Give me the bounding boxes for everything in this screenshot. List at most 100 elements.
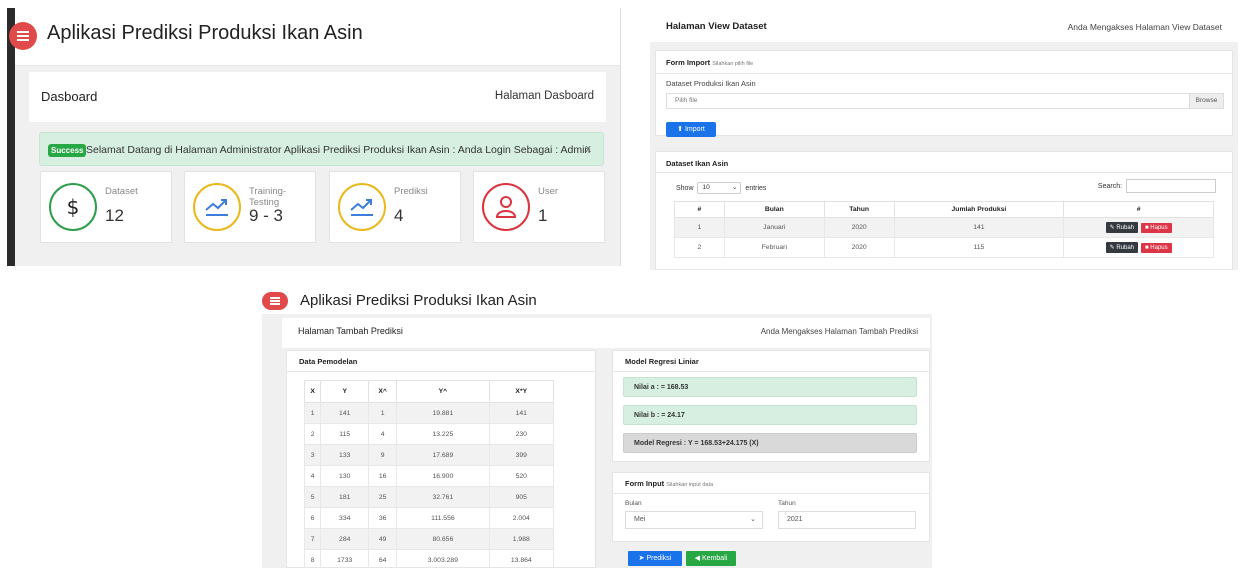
cell: 4 (303, 465, 322, 487)
stat-value: 4 (394, 206, 404, 225)
hamburger-icon (270, 297, 280, 305)
file-input[interactable]: Pilih file Browse (666, 93, 1224, 109)
cell: 3.003.289 (396, 549, 490, 568)
stat-label: User (538, 186, 559, 197)
table-row: 3 133 9 17.689 399 (303, 444, 555, 466)
column-header[interactable]: # (1063, 201, 1214, 218)
cell: 115 (320, 423, 370, 445)
divider (656, 172, 1232, 173)
prediksi-button-label: Prediksi (646, 555, 672, 562)
cell: 141 (320, 402, 370, 424)
alert-close-button[interactable]: x (586, 143, 592, 155)
search-input[interactable] (1126, 179, 1216, 193)
cell: 13.864 (488, 549, 555, 568)
file-field-label: Dataset Produksi Ikan Asin (666, 79, 756, 88)
tahun-label: Tahun (778, 500, 796, 507)
table-row: 2 115 4 13.225 230 (303, 423, 555, 445)
edit-button[interactable]: ✎ Rubah (1105, 242, 1138, 253)
stat-card-user[interactable]: User 1 (473, 171, 605, 243)
cell: 19.881 (396, 402, 490, 424)
trash-icon: ■ (1145, 245, 1149, 251)
cell: 13.225 (396, 423, 490, 445)
page-header: Halaman Tambah Prediksi Anda Mengakses H… (282, 318, 930, 348)
column-header: Y (320, 380, 370, 403)
form-import-hint: Silahkan pilih file (712, 61, 754, 67)
cell-no: 1 (674, 217, 725, 238)
entries-select-value: 10 (702, 184, 710, 191)
cell: 9 (368, 444, 398, 466)
edit-button-label: Rubah (1116, 225, 1134, 231)
page-subtitle: Anda Mengakses Halaman Tambah Prediksi (760, 327, 918, 336)
cell: 16.900 (396, 465, 490, 487)
form-import-title: Form Import Silahkan pilih file (666, 58, 753, 67)
cell: 141 (488, 402, 555, 424)
bulan-select-value: Mei (634, 516, 646, 523)
cell: 399 (488, 444, 555, 466)
cell: 334 (320, 507, 370, 529)
chevron-down-icon: ⌄ (750, 516, 756, 523)
dataset-table-title: Dataset Ikan Asin (666, 159, 729, 168)
form-import-label: Form Import (666, 58, 711, 67)
column-header[interactable]: # (674, 201, 725, 218)
cell: 133 (320, 444, 370, 466)
import-button[interactable]: ⬆ Import (666, 122, 716, 137)
stat-value: 9 - 3 (249, 206, 284, 225)
stat-card-prediksi[interactable]: Prediksi 4 (329, 171, 461, 243)
menu-toggle-button[interactable] (9, 22, 37, 50)
form-input-hint: Silahkan input data (666, 482, 714, 488)
dataset-panel: Halaman View Dataset Anda Mengakses Hala… (650, 12, 1238, 270)
app-title: Aplikasi Prediksi Produksi Ikan Asin (47, 22, 363, 44)
tahun-input[interactable]: 2021 (778, 511, 916, 529)
model-regresi-title: Model Regresi Liniar (625, 357, 699, 366)
stat-card-dataset[interactable]: $ Dataset 12 (40, 171, 172, 243)
bulan-select[interactable]: Mei ⌄ (625, 511, 763, 529)
page-subtitle: Halaman Dasboard (494, 90, 594, 102)
entries-select[interactable]: 10 ⌄ (697, 182, 742, 194)
page-header: Halaman View Dataset Anda Mengakses Hala… (650, 12, 1238, 42)
entries-label: entries (745, 184, 767, 192)
cell-actions: ✎ Rubah ■ Hapus (1063, 217, 1214, 238)
column-header[interactable]: Bulan (723, 201, 825, 218)
column-header: X (303, 380, 322, 403)
column-header[interactable]: Jumlah Produksi (893, 201, 1065, 218)
browse-button[interactable]: Browse (1189, 94, 1223, 108)
cell-actions: ✎ Rubah ■ Hapus (1063, 237, 1214, 258)
delete-button-label: Hapus (1150, 225, 1168, 231)
cell: 16 (368, 465, 398, 487)
page-title: Halaman Tambah Prediksi (298, 326, 403, 336)
page-title: Halaman View Dataset (666, 21, 767, 32)
model-regresi-card: Model Regresi Liniar Nilai a : = 168.53 … (612, 350, 930, 462)
cell-tahun: 2020 (823, 217, 895, 238)
delete-button[interactable]: ■ Hapus (1141, 223, 1172, 233)
delete-button[interactable]: ■ Hapus (1141, 243, 1172, 253)
form-input-label: Form Input (625, 479, 665, 488)
upload-icon: ⬆ (677, 126, 684, 133)
data-pemodelan-title: Data Pemodelan (299, 357, 358, 366)
stat-value: 1 (538, 206, 548, 225)
cell: 80.656 (396, 528, 490, 550)
dataset-table: # Bulan Tahun Jumlah Produksi # 1 Januar… (674, 201, 1214, 258)
form-input-title: Form Input Silahkan input data (625, 479, 713, 488)
trend-up-icon (193, 183, 241, 231)
trash-icon: ■ (1145, 225, 1149, 231)
cell: 905 (488, 486, 555, 508)
cell: 520 (488, 465, 555, 487)
page-title: Dasboard (41, 89, 98, 104)
form-input-card: Form Input Silahkan input data Bulan Mei… (612, 472, 930, 542)
send-icon: ➤ (638, 555, 645, 562)
kembali-button[interactable]: ◀ Kembali (686, 551, 736, 566)
prediksi-button[interactable]: ➤ Prediksi (628, 551, 682, 566)
cell: 36 (368, 507, 398, 529)
cell: 3 (303, 444, 322, 466)
column-header[interactable]: Tahun (823, 201, 895, 218)
divider (287, 371, 595, 372)
cell: 1 (303, 402, 322, 424)
search-label: Search: (1097, 182, 1123, 190)
cell: 5 (303, 486, 322, 508)
edit-button[interactable]: ✎ Rubah (1105, 222, 1138, 233)
dollar-icon: $ (49, 183, 97, 231)
stat-label: Dataset (105, 186, 138, 197)
nilai-b-result: Nilai b : = 24.17 (623, 405, 917, 425)
stat-card-training-testing[interactable]: Training-Testing 9 - 3 (184, 171, 316, 243)
menu-toggle-button[interactable] (262, 292, 288, 310)
